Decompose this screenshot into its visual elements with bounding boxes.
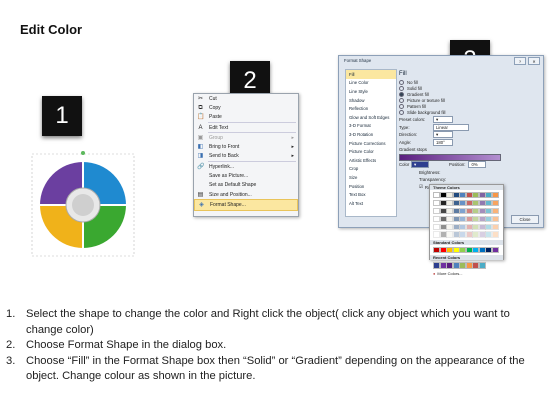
- copy-icon: ⧉: [198, 104, 203, 111]
- menu-item-bring-to-front[interactable]: ◧ Bring to Front ▸: [194, 142, 298, 151]
- nav-item-glow[interactable]: Glow and Soft Edges: [346, 113, 396, 122]
- color-swatch[interactable]: [491, 192, 499, 199]
- position-input[interactable]: 0%: [468, 161, 487, 169]
- menu-item-set-default-shape[interactable]: Set as Default Shape: [194, 181, 298, 190]
- recent-colors-grid: [430, 260, 503, 270]
- color-swatch[interactable]: [491, 199, 499, 207]
- nav-item-reflection[interactable]: Reflection: [346, 104, 396, 113]
- menu-item-cut[interactable]: ✂ Cut: [194, 94, 298, 103]
- submenu-arrow-icon: ▸: [291, 153, 294, 160]
- menu-item-size-position[interactable]: ▤ Size and Position...: [194, 190, 298, 199]
- instruction-list: 1. Select the shape to change the color a…: [6, 307, 546, 385]
- color-label: Color: [399, 162, 410, 168]
- dialog-nav-list: Fill Line Color Line Style Shadow Reflec…: [345, 69, 397, 217]
- color-swatch[interactable]: [478, 262, 486, 269]
- step-badge-1: 1: [42, 96, 82, 136]
- pie-center-inner: [72, 194, 94, 216]
- nav-item-artistic-effects[interactable]: Artistic Effects: [346, 156, 396, 165]
- nav-item-shadow[interactable]: Shadow: [346, 96, 396, 105]
- type-dropdown[interactable]: Linear: [433, 123, 469, 131]
- menu-item-edit-text[interactable]: A Edit Text: [194, 123, 298, 132]
- angle-input[interactable]: 180°: [433, 138, 453, 146]
- pie-chart-shape[interactable]: [28, 150, 138, 260]
- submenu-arrow-icon: ▸: [291, 144, 294, 151]
- standard-colors-grid: [430, 245, 503, 255]
- menu-item-hyperlink[interactable]: 🔗 Hyperlink...: [194, 162, 298, 171]
- radio-slide-bg-fill[interactable]: Slide background fill: [399, 109, 539, 115]
- color-swatch[interactable]: [491, 231, 499, 238]
- more-colors-link[interactable]: ● More Colors...: [430, 271, 503, 276]
- color-swatch[interactable]: [491, 223, 499, 230]
- color-swatch[interactable]: [491, 215, 499, 223]
- nav-item-picture-corrections[interactable]: Picture Corrections: [346, 139, 396, 148]
- menu-item-format-shape[interactable]: ◈ Format Shape...: [194, 199, 298, 211]
- window-buttons: ? ✕: [514, 57, 540, 65]
- color-swatch[interactable]: [491, 207, 499, 215]
- position-label: Position:: [449, 162, 466, 168]
- nav-item-size[interactable]: Size: [346, 173, 396, 182]
- nav-item-fill[interactable]: Fill: [346, 70, 396, 79]
- menu-item-paste[interactable]: 📋 Paste: [194, 113, 298, 122]
- menu-item-copy[interactable]: ⧉ Copy: [194, 103, 298, 112]
- nav-item-picture-color[interactable]: Picture Color: [346, 147, 396, 156]
- nav-item-3d-format[interactable]: 3-D Format: [346, 122, 396, 131]
- color-dropdown[interactable]: ▾: [411, 161, 429, 169]
- nav-item-position[interactable]: Position: [346, 182, 396, 191]
- bring-front-icon: ◧: [197, 144, 204, 151]
- menu-item-group: ▣ Group ▸: [197, 134, 294, 141]
- close-icon[interactable]: ✕: [528, 57, 540, 65]
- hyperlink-icon: 🔗: [197, 163, 205, 170]
- preset-colors-dropdown[interactable]: ▾: [433, 116, 453, 124]
- save-picture-icon: [197, 173, 204, 179]
- nav-item-line-color[interactable]: Line Color: [346, 79, 396, 88]
- transparency-label: Transparency:: [419, 177, 447, 183]
- close-button[interactable]: Close: [511, 215, 539, 224]
- menu-item-save-as-picture[interactable]: Save as Picture...: [194, 171, 298, 180]
- paste-icon: 📋: [197, 114, 205, 121]
- gradient-stops-bar[interactable]: [399, 153, 501, 161]
- color-swatch[interactable]: [491, 246, 499, 254]
- nav-item-alt-text[interactable]: Alt Text: [346, 199, 396, 208]
- gradient-stops-label: Gradient stops: [399, 147, 427, 153]
- group-icon: ▣: [197, 134, 204, 141]
- dialog-title: Format Shape: [344, 58, 372, 63]
- page-title: Edit Color: [20, 22, 83, 37]
- nav-item-3d-rotation[interactable]: 3-D Rotation: [346, 130, 396, 139]
- brightness-label: Brightness:: [419, 169, 441, 175]
- color-wheel-icon: ●: [433, 270, 436, 276]
- edit-text-icon: A: [198, 124, 203, 131]
- rotate-with-shape-checkbox[interactable]: ☑: [419, 184, 423, 190]
- instruction-step: 3. Choose “Fill” in the Format Shape box …: [6, 354, 525, 383]
- instruction-step: 2. Choose Format Shape in the dialog box.: [6, 339, 227, 351]
- nav-item-crop[interactable]: Crop: [346, 165, 396, 174]
- nav-item-line-style[interactable]: Line Style: [346, 87, 396, 96]
- cut-icon: ✂: [197, 95, 204, 102]
- direction-dropdown[interactable]: ▾: [433, 131, 453, 139]
- theme-colors-grid: [430, 190, 503, 240]
- send-back-icon: ◨: [197, 153, 204, 160]
- size-position-icon: ▤: [197, 191, 204, 198]
- submenu-arrow-icon: ▸: [291, 134, 294, 141]
- instruction-step: 1. Select the shape to change the color a…: [6, 308, 510, 336]
- help-button[interactable]: ?: [514, 57, 526, 65]
- pane-heading: Fill: [399, 71, 407, 77]
- menu-item-send-to-back[interactable]: ◨ Send to Back ▸: [194, 152, 298, 161]
- nav-item-text-box[interactable]: Text Box: [346, 190, 396, 199]
- format-shape-icon: ◈: [199, 201, 204, 208]
- color-palette-popup: Theme Colors Standard Colors Recent Colo…: [429, 184, 504, 276]
- rotate-handle[interactable]: [81, 151, 85, 155]
- context-menu: ✂ Cut ⧉ Copy 📋 Paste A Edit Text ▣ Group ▸ ◧ Br…: [193, 93, 299, 217]
